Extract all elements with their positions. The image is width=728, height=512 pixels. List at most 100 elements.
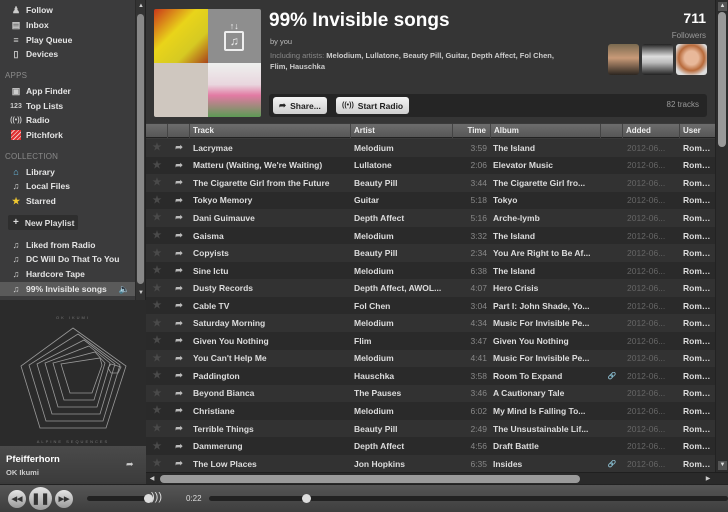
album-name[interactable]: Arche-lymb <box>491 213 601 223</box>
share-icon[interactable]: ➦ <box>168 318 190 329</box>
star-icon[interactable]: ★ <box>146 195 168 206</box>
star-icon[interactable]: ★ <box>146 318 168 329</box>
track-name[interactable]: Gaisma <box>190 231 351 241</box>
share-icon[interactable]: ➦ <box>168 160 190 171</box>
track-row[interactable]: ★ ➦ You Can't Help Me Melodium 4:41 Music For… <box>146 349 715 368</box>
sidebar-item-devices[interactable]: ▯ Devices <box>0 47 136 61</box>
track-name[interactable]: Matteru (Waiting, We're Waiting) <box>190 160 351 170</box>
artist-name[interactable]: Depth Affect, AWOL... <box>351 283 453 293</box>
track-row[interactable]: ★ ➦ Terrible Things Beauty Pill 2:49 The Unsu… <box>146 419 715 438</box>
album-name[interactable]: Room To Expand <box>491 371 601 381</box>
track-row[interactable]: ★ ➦ Copyists Beauty Pill 2:34 You Are Right t… <box>146 244 715 262</box>
share-icon[interactable]: ➦ <box>168 370 190 381</box>
album-name[interactable]: Music For Invisible Pe... <box>491 353 601 363</box>
start-radio-button[interactable]: ((•)) Start Radio <box>336 97 410 114</box>
artist-name[interactable]: Melodium <box>351 143 453 153</box>
sidebar-playlist-item[interactable]: ♫ DC Will Do That To You <box>0 252 136 266</box>
seek-knob[interactable] <box>302 494 312 503</box>
next-button[interactable]: ▶▶ <box>55 490 73 508</box>
avatar[interactable] <box>642 44 673 75</box>
artist-name[interactable]: Beauty Pill <box>351 178 453 188</box>
share-icon[interactable]: ➦ <box>168 283 190 294</box>
sidebar-item-pitchfork[interactable]: Pitchfork <box>0 128 136 142</box>
sidebar-item-starred[interactable]: ★ Starred <box>0 194 136 208</box>
previous-button[interactable]: ◀◀ <box>8 490 26 508</box>
user-name[interactable]: Roman M <box>680 441 715 451</box>
scroll-down-icon[interactable]: ▼ <box>718 461 727 470</box>
star-icon[interactable]: ★ <box>146 441 168 452</box>
user-name[interactable]: Roman M <box>680 248 715 258</box>
artist-name[interactable]: The Pauses <box>351 388 453 398</box>
track-name[interactable]: Dusty Records <box>190 283 351 293</box>
artist-name[interactable]: Melodium <box>351 353 453 363</box>
column-time[interactable]: Time <box>453 124 491 138</box>
playlist-owner[interactable]: by you <box>270 37 292 46</box>
user-name[interactable]: Roman M <box>680 353 715 363</box>
main-scrollbar[interactable]: ▲ ▼ <box>715 0 728 472</box>
sidebar-item-library[interactable]: ⌂ Library <box>0 165 136 179</box>
artist-name[interactable]: Fol Chen <box>351 301 453 311</box>
star-icon[interactable]: ★ <box>146 388 168 399</box>
share-icon[interactable]: ➦ <box>168 142 190 153</box>
star-icon[interactable]: ★ <box>146 300 168 311</box>
column-user[interactable]: User <box>680 124 715 138</box>
scroll-up-icon[interactable]: ▲ <box>137 2 145 11</box>
track-row[interactable]: ★ ➦ Beyond Bianca The Pauses 3:46 A Cautionar… <box>146 384 715 403</box>
artist-name[interactable]: Melodium <box>351 406 453 416</box>
sidebar-item-follow[interactable]: ♟ Follow <box>0 3 136 17</box>
now-playing-album-art[interactable]: OK IKUMI ALPINE SEQUENCES <box>0 300 146 446</box>
scroll-down-icon[interactable]: ▼ <box>137 289 145 298</box>
user-name[interactable]: Roman M <box>680 231 715 241</box>
track-row[interactable]: ★ ➦ The Cigarette Girl from the Future Beau… <box>146 174 715 192</box>
artist-name[interactable]: Beauty Pill <box>351 424 453 434</box>
album-name[interactable]: Hero Crisis <box>491 283 601 293</box>
album-name[interactable]: Tokyo <box>491 195 601 205</box>
column-star[interactable] <box>146 124 168 138</box>
share-icon[interactable]: ➦ <box>168 248 190 259</box>
track-row[interactable]: ★ ➦ Given You Nothing Flim 3:47 Given You Not… <box>146 332 715 350</box>
user-name[interactable]: Roman M <box>680 371 715 381</box>
track-name[interactable]: The Cigarette Girl from the Future <box>190 178 351 188</box>
user-name[interactable]: Roman M <box>680 301 715 311</box>
track-row[interactable]: ★ ➦ Dani Guimauve Depth Affect 5:16 Arche-lym… <box>146 209 715 227</box>
share-icon[interactable]: ➦ <box>168 177 190 188</box>
share-icon[interactable]: ➦ <box>168 265 190 276</box>
track-row[interactable]: ★ ➦ Sine Ictu Melodium 6:38 The Island 2012-06… <box>146 261 715 280</box>
star-icon[interactable]: ★ <box>146 423 168 434</box>
track-name[interactable]: Copyists <box>190 248 351 258</box>
artist-name[interactable]: Flim <box>351 336 453 346</box>
artist-name[interactable]: Melodium <box>351 266 453 276</box>
share-icon[interactable]: ➦ <box>168 388 190 399</box>
star-icon[interactable]: ★ <box>146 142 168 153</box>
track-row[interactable]: ★ ➦ Gaisma Melodium 3:32 The Island 2012-06...… <box>146 226 715 245</box>
track-row[interactable]: ★ ➦ The Low Places Jon Hopkins 6:35 Insides 🔗 2… <box>146 454 715 472</box>
user-name[interactable]: Roman M <box>680 283 715 293</box>
column-track[interactable]: Track <box>190 124 351 138</box>
track-name[interactable]: Beyond Bianca <box>190 388 351 398</box>
track-row[interactable]: ★ ➦ Saturday Morning Melodium 4:34 Music For … <box>146 314 715 333</box>
user-name[interactable]: Roman M <box>680 143 715 153</box>
track-name[interactable]: Dani Guimauve <box>190 213 351 223</box>
link-icon[interactable]: 🔗 <box>601 372 623 380</box>
now-playing-title[interactable]: Pfeifferhorn <box>6 454 140 465</box>
track-name[interactable]: Given You Nothing <box>190 336 351 346</box>
user-name[interactable]: Roman M <box>680 406 715 416</box>
scroll-right-icon[interactable]: ▶ <box>704 475 712 483</box>
user-name[interactable]: Roman M <box>680 178 715 188</box>
share-icon[interactable]: ➦ <box>168 353 190 364</box>
track-name[interactable]: Sine Ictu <box>190 266 351 276</box>
share-icon[interactable]: ➦ <box>168 458 190 469</box>
user-name[interactable]: Roman M <box>680 424 715 434</box>
volume-slider[interactable] <box>87 494 153 503</box>
album-name[interactable]: You Are Right to Be Af... <box>491 248 601 258</box>
share-icon[interactable]: ➦ <box>168 300 190 311</box>
share-button[interactable]: ➦ Share... <box>273 97 327 114</box>
album-name[interactable]: The Island <box>491 231 601 241</box>
column-added[interactable]: Added <box>623 124 680 138</box>
column-artist[interactable]: Artist <box>351 124 453 138</box>
track-row[interactable]: ★ ➦ Cable TV Fol Chen 3:04 Part I: John Shade… <box>146 296 715 315</box>
seek-bar[interactable] <box>209 494 728 503</box>
user-name[interactable]: Roman M <box>680 388 715 398</box>
pause-button[interactable]: ❚❚ <box>29 487 52 510</box>
artist-name[interactable]: Lullatone <box>351 160 453 170</box>
